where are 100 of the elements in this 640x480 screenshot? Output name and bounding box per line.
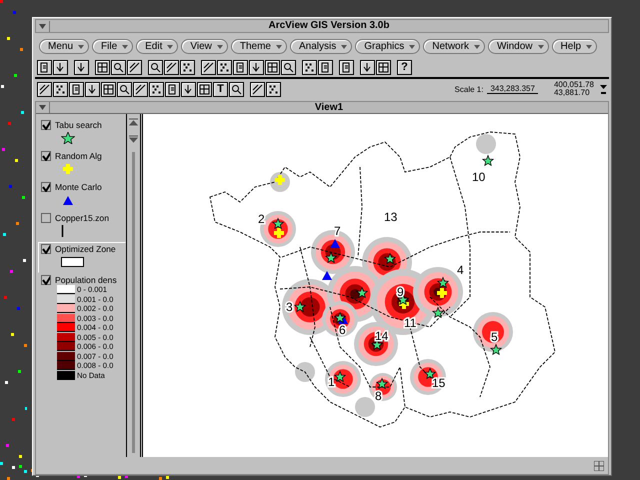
toolbar-button[interactable] — [197, 82, 212, 96]
scale-field[interactable]: 343,283.357 — [487, 84, 538, 94]
toolbar-button[interactable] — [127, 60, 142, 74]
toolbar-button[interactable] — [181, 82, 196, 96]
coordinate-text: 43,881.70 — [554, 89, 590, 97]
dots-icon — [151, 84, 162, 94]
grid-icon — [267, 62, 278, 72]
toolbar-button[interactable] — [249, 60, 264, 74]
zoom-icon — [119, 84, 130, 94]
coordinate-text: 400,051.78 — [554, 81, 594, 89]
toolbar-button[interactable] — [133, 82, 148, 96]
menu-button[interactable]: Network — [423, 39, 485, 54]
toolbar-button[interactable] — [229, 82, 244, 96]
toolbar-button[interactable] — [149, 82, 164, 96]
toolbar-button[interactable] — [266, 82, 281, 96]
line-icon — [252, 84, 263, 94]
menu-button[interactable]: Graphics — [355, 39, 420, 54]
checkbox[interactable] — [41, 120, 51, 130]
checkbox[interactable] — [41, 275, 51, 285]
toolbar-button[interactable] — [148, 60, 163, 74]
toolbar-button[interactable] — [101, 82, 116, 96]
toolbar-button[interactable] — [85, 82, 100, 96]
menu-button[interactable]: Menu — [39, 39, 90, 54]
star-marker — [334, 312, 346, 324]
toolbar-button[interactable] — [37, 82, 52, 96]
toolbar-button[interactable] — [74, 60, 89, 74]
checkbox[interactable] — [41, 182, 51, 192]
legend-item[interactable]: Random Alg — [38, 149, 126, 180]
caret-icon — [538, 44, 544, 48]
menu-button[interactable]: File — [92, 39, 134, 54]
star-marker — [370, 338, 384, 350]
window-menu-icon[interactable] — [36, 102, 50, 113]
toolbar-button[interactable] — [69, 82, 84, 96]
grid-icon — [103, 84, 114, 94]
toolbar-button[interactable] — [53, 60, 68, 74]
density-hotspot — [410, 359, 446, 395]
toolbar-button[interactable] — [37, 60, 52, 74]
line-icon — [129, 62, 140, 72]
toolbar-button[interactable] — [360, 60, 375, 74]
zone-label: 8 — [375, 389, 382, 403]
layer-name: Copper15.zon — [55, 213, 109, 223]
menu-button[interactable]: Help — [552, 39, 598, 54]
star-marker — [490, 344, 502, 356]
layer-name: Tabu search — [55, 120, 102, 130]
checkbox[interactable] — [41, 244, 51, 254]
toolbar-button[interactable] — [318, 60, 333, 74]
star-marker — [424, 368, 436, 380]
zoom-icon — [283, 62, 294, 72]
scroll-up-icon[interactable] — [129, 118, 138, 127]
zone-label: 3 — [286, 300, 293, 314]
toolbar-button[interactable] — [339, 60, 354, 74]
toolbar-button[interactable]: ? — [397, 60, 412, 74]
toolbar-button[interactable] — [233, 60, 248, 74]
zone-label: 7 — [334, 224, 341, 238]
layer-name: Random Alg — [55, 151, 102, 161]
menu-button[interactable]: Edit — [136, 39, 178, 54]
page-icon — [71, 84, 82, 94]
toolbar-button[interactable] — [265, 60, 280, 74]
toolbar-button[interactable] — [165, 82, 180, 96]
zone-label: 13 — [384, 210, 398, 224]
menu-button[interactable]: View — [181, 39, 228, 54]
line-icon — [135, 84, 146, 94]
star-marker — [334, 370, 346, 382]
legend-item[interactable]: Copper15.zon — [38, 211, 126, 242]
toolbar-button[interactable] — [95, 60, 110, 74]
menu-button[interactable]: Analysis — [290, 39, 352, 54]
window-title: ArcView GIS Version 3.0b — [268, 20, 390, 32]
menu-button[interactable]: Theme — [230, 39, 287, 54]
zone-label: 5 — [491, 330, 498, 344]
toolbar-button[interactable] — [281, 60, 296, 74]
toolbar-button[interactable] — [217, 60, 232, 74]
window-menu-icon[interactable] — [36, 20, 50, 32]
toolbar-button[interactable] — [201, 60, 216, 74]
menu-button[interactable]: Window — [488, 39, 549, 54]
resize-grip-icon[interactable] — [594, 460, 604, 470]
dots-icon — [219, 62, 230, 72]
legend-item[interactable]: Monte Carlo — [38, 180, 126, 211]
toolbar-button[interactable] — [302, 60, 317, 74]
caret-icon — [167, 44, 174, 48]
toolbar-button[interactable] — [164, 60, 179, 74]
toolbar-button[interactable] — [376, 60, 391, 74]
legend-item[interactable]: Optimized Zone — [38, 242, 126, 273]
toolbar-button[interactable] — [180, 60, 195, 74]
vertical-scrollbar[interactable] — [126, 114, 141, 457]
toolbar-button[interactable] — [53, 82, 68, 96]
zone-label: 10 — [472, 170, 486, 184]
checkbox[interactable] — [41, 151, 51, 161]
toolbar-button[interactable] — [250, 82, 265, 96]
scroll-thumb-icon[interactable] — [129, 135, 138, 144]
checkbox[interactable] — [41, 213, 51, 223]
cross-marker — [275, 175, 285, 185]
toolbar-button[interactable] — [111, 60, 126, 74]
legend-item[interactable]: Tabu search — [38, 118, 126, 149]
dots-icon — [182, 62, 193, 72]
caret-icon — [122, 44, 128, 48]
caret-icon — [216, 44, 223, 48]
toolbar-button[interactable] — [117, 82, 132, 96]
cross-marker — [274, 228, 284, 238]
caret-icon — [474, 44, 480, 48]
toolbar-button[interactable]: T — [213, 82, 228, 96]
